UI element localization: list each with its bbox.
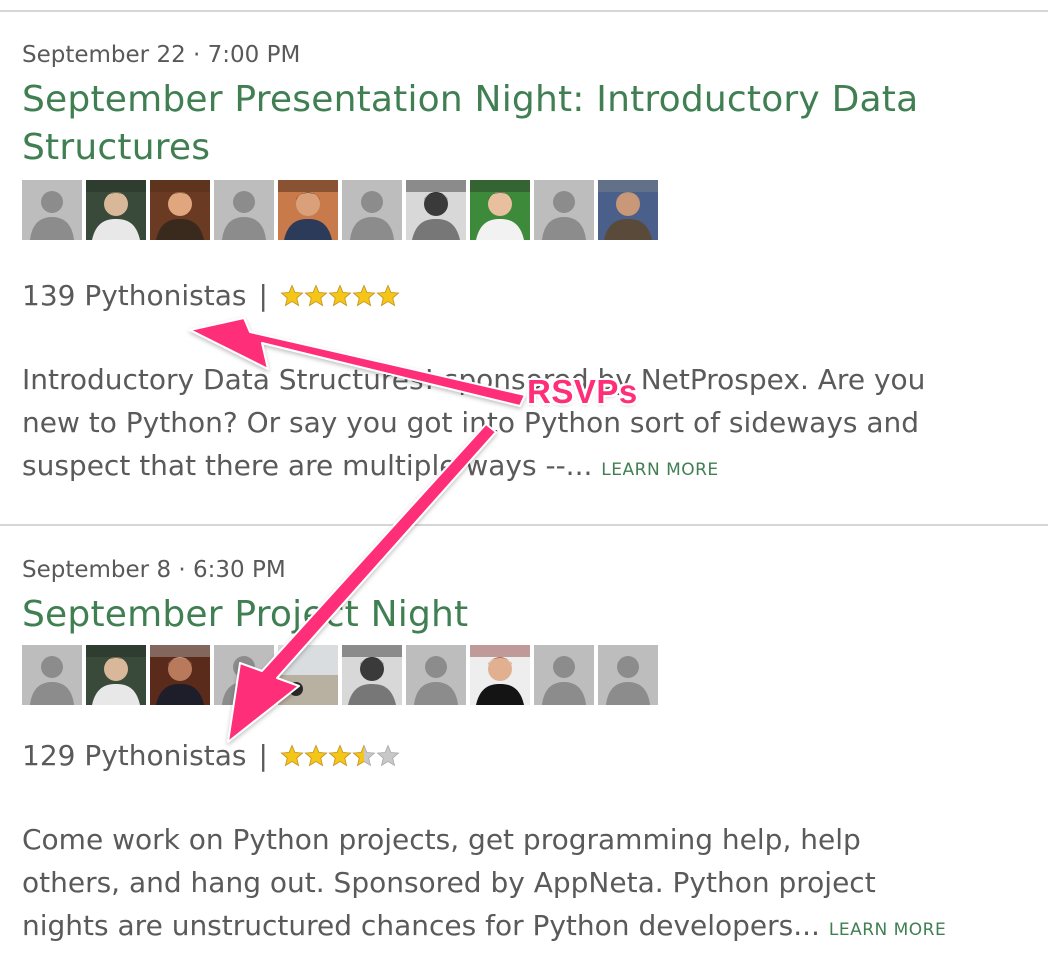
event-title-line1: September Project Night bbox=[22, 594, 469, 635]
avatar-placeholder[interactable] bbox=[214, 180, 274, 240]
star-icon bbox=[352, 284, 376, 307]
attendee-avatars bbox=[22, 180, 1032, 240]
rsvp-count[interactable]: 139 Pythonistas bbox=[22, 278, 247, 314]
star-icon bbox=[376, 284, 400, 307]
star-icon bbox=[352, 744, 376, 767]
event-description: Come work on Python projects, get progra… bbox=[22, 818, 1032, 952]
star-icon bbox=[280, 744, 304, 767]
avatar-placeholder[interactable] bbox=[534, 180, 594, 240]
star-icon bbox=[376, 744, 400, 767]
stats-separator: | bbox=[258, 739, 268, 772]
avatar-photo[interactable] bbox=[86, 180, 146, 240]
avatar-photo[interactable] bbox=[470, 180, 530, 240]
star-icon bbox=[304, 284, 328, 307]
event-date: September 22 · 7:00 PM bbox=[22, 42, 301, 68]
avatar-photo[interactable] bbox=[278, 180, 338, 240]
avatar-placeholder[interactable] bbox=[598, 645, 658, 705]
avatar-placeholder[interactable] bbox=[214, 645, 274, 705]
learn-more-link[interactable]: LEARN MORE bbox=[829, 920, 946, 940]
avatar-photo[interactable] bbox=[406, 180, 466, 240]
avatar-photo[interactable] bbox=[342, 645, 402, 705]
event-title-line1: September Presentation Night: Introducto… bbox=[22, 79, 919, 120]
rsvps-annotation-label: RSVPs bbox=[527, 373, 638, 410]
event-stats: 139 Pythonistas | bbox=[22, 278, 1032, 314]
desc-line3: nights are unstructured chances for Pyth… bbox=[22, 909, 820, 942]
avatar-placeholder[interactable] bbox=[406, 645, 466, 705]
desc-line2: others, and hang out. Sponsored by AppNe… bbox=[22, 866, 876, 899]
learn-more-link[interactable]: LEARN MORE bbox=[601, 460, 718, 480]
event-title-line2: Structures bbox=[22, 127, 211, 168]
avatar-photo[interactable] bbox=[278, 645, 338, 705]
event-date: September 8 · 6:30 PM bbox=[22, 557, 286, 583]
rating-stars bbox=[280, 283, 400, 309]
desc-line1: Introductory Data Structures! sponsored … bbox=[22, 363, 926, 396]
avatar-placeholder[interactable] bbox=[342, 180, 402, 240]
event-stats: 129 Pythonistas | bbox=[22, 738, 1032, 774]
rating-stars bbox=[280, 743, 400, 769]
avatar-placeholder[interactable] bbox=[22, 645, 82, 705]
star-icon bbox=[280, 284, 304, 307]
attendee-avatars bbox=[22, 645, 1032, 705]
avatar-photo[interactable] bbox=[598, 180, 658, 240]
avatar-photo[interactable] bbox=[150, 645, 210, 705]
rsvp-count[interactable]: 129 Pythonistas bbox=[22, 738, 247, 774]
stats-separator: | bbox=[258, 279, 268, 312]
desc-line3: suspect that there are multiple ways --.… bbox=[22, 449, 593, 482]
avatar-placeholder[interactable] bbox=[22, 180, 82, 240]
event-title-link[interactable]: September Project Night bbox=[22, 591, 1032, 639]
desc-line1: Come work on Python projects, get progra… bbox=[22, 823, 861, 856]
star-icon bbox=[328, 744, 352, 767]
event-card-1: September 22 · 7:00 PM September Present… bbox=[22, 40, 1032, 492]
star-icon bbox=[304, 744, 328, 767]
event-divider bbox=[0, 524, 1048, 526]
avatar-placeholder[interactable] bbox=[534, 645, 594, 705]
event-card-2: September 8 · 6:30 PM September Project … bbox=[22, 555, 1032, 952]
avatar-photo[interactable] bbox=[86, 645, 146, 705]
top-divider bbox=[0, 10, 1048, 12]
desc-line2: new to Python? Or say you got into Pytho… bbox=[22, 406, 920, 439]
avatar-photo[interactable] bbox=[150, 180, 210, 240]
star-icon bbox=[328, 284, 352, 307]
event-title-link[interactable]: September Presentation Night: Introducto… bbox=[22, 76, 1032, 172]
avatar-photo[interactable] bbox=[470, 645, 530, 705]
